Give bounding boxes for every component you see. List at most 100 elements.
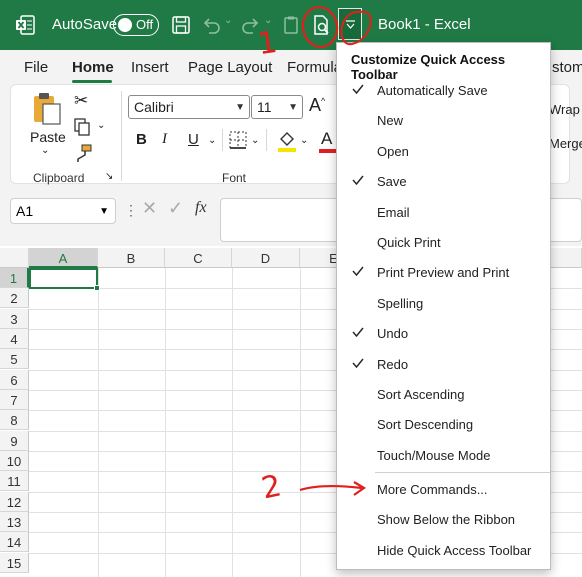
undo-icon[interactable] xyxy=(200,14,222,36)
font-size-value: 11 xyxy=(257,99,272,115)
paste-icon[interactable] xyxy=(31,91,63,125)
fill-color-icon[interactable] xyxy=(277,129,297,153)
tab-file[interactable]: File xyxy=(24,59,48,76)
borders-icon[interactable] xyxy=(229,131,247,149)
clipboard-icon[interactable] xyxy=(280,14,302,36)
redo-dropdown-icon[interactable]: ⌄ xyxy=(264,15,272,26)
row-header[interactable]: 3 xyxy=(0,309,29,329)
underline-button[interactable]: U xyxy=(188,131,199,148)
menu-item-label: Touch/Mouse Mode xyxy=(377,447,491,463)
chevron-down-icon: ▼ xyxy=(288,102,298,113)
font-color-icon[interactable]: A xyxy=(321,129,332,149)
font-size-select[interactable]: 11 ▼ xyxy=(251,95,303,119)
more-options-icon[interactable]: ⋮ xyxy=(124,202,138,219)
menu-item[interactable]: Automatically Save xyxy=(337,75,550,105)
menu-item[interactable]: Sort Descending xyxy=(337,409,550,439)
menu-item[interactable]: Open xyxy=(337,136,550,166)
fill-color-dropdown-icon[interactable]: ⌄ xyxy=(300,135,308,146)
cut-icon[interactable]: ✂ xyxy=(74,91,88,111)
column-header[interactable]: A xyxy=(29,248,98,268)
menu-item-label: Sort Ascending xyxy=(377,387,465,402)
row-header[interactable]: 6 xyxy=(0,370,29,390)
toggle-knob xyxy=(118,18,132,32)
row-header[interactable]: 5 xyxy=(0,349,29,369)
menu-item[interactable]: New xyxy=(337,105,550,135)
menu-item-more-commands[interactable]: More Commands... xyxy=(337,474,550,504)
wrap-text-button[interactable]: Wrap xyxy=(549,102,580,117)
tab-home[interactable]: Home xyxy=(72,59,114,76)
menu-item-label: Save xyxy=(377,174,407,190)
autosave-state: Off xyxy=(136,17,154,32)
format-painter-icon[interactable] xyxy=(73,143,93,163)
copy-icon[interactable] xyxy=(73,117,93,137)
customize-qat-button[interactable] xyxy=(338,8,362,40)
column-header[interactable]: C xyxy=(165,248,232,268)
merge-button[interactable]: Merge xyxy=(549,136,582,151)
menu-item[interactable]: Print Preview and Print xyxy=(337,257,550,287)
menu-item[interactable]: Email xyxy=(337,197,550,227)
clipboard-group-label: Clipboard xyxy=(33,171,85,185)
name-box[interactable]: A1 ▼ xyxy=(10,198,116,224)
menu-item[interactable]: Quick Print xyxy=(337,227,550,257)
menu-item-show-below-ribbon[interactable]: Show Below the Ribbon xyxy=(337,504,550,534)
select-all-corner[interactable] xyxy=(0,248,29,268)
menu-item[interactable]: Touch/Mouse Mode xyxy=(337,440,550,470)
row-header[interactable]: 12 xyxy=(0,492,29,512)
menu-item[interactable]: Redo xyxy=(337,349,550,379)
checkmark-icon xyxy=(352,175,364,186)
tab-formulas[interactable]: Formula xyxy=(287,59,342,76)
clipboard-launcher-icon[interactable]: ↘ xyxy=(105,171,113,182)
row-header[interactable]: 7 xyxy=(0,390,29,410)
borders-dropdown-icon[interactable]: ⌄ xyxy=(251,135,259,146)
font-name-select[interactable]: Calibri ▼ xyxy=(128,95,250,119)
row-header[interactable]: 13 xyxy=(0,512,29,532)
print-preview-icon[interactable] xyxy=(310,14,332,36)
enter-icon[interactable]: ✓ xyxy=(168,198,183,219)
gridline xyxy=(300,268,301,577)
gridline xyxy=(232,268,233,577)
row-header[interactable]: 4 xyxy=(0,329,29,349)
tab-page-layout[interactable]: Page Layout xyxy=(188,59,272,76)
row-header[interactable]: 10 xyxy=(0,451,29,471)
autosave-toggle[interactable]: Off xyxy=(113,14,159,36)
column-header[interactable]: D xyxy=(232,248,300,268)
row-header[interactable]: 8 xyxy=(0,410,29,430)
row-header[interactable]: 1 xyxy=(0,268,29,288)
cancel-icon[interactable]: ✕ xyxy=(142,198,157,219)
insert-function-icon[interactable]: fx xyxy=(195,199,207,217)
menu-item-label: Redo xyxy=(377,356,409,372)
menu-item-label: Undo xyxy=(377,326,409,342)
menu-item[interactable]: Save xyxy=(337,166,550,196)
customize-qat-menu: Customize Quick Access Toolbar Automatic… xyxy=(336,42,551,570)
paste-label[interactable]: Paste xyxy=(30,129,66,145)
menu-item[interactable]: Undo xyxy=(337,318,550,348)
tab-customize-partial[interactable]: stoma xyxy=(552,59,582,76)
menu-item[interactable]: Sort Ascending xyxy=(337,379,550,409)
fill-handle[interactable] xyxy=(94,285,100,291)
italic-button[interactable]: I xyxy=(162,131,167,148)
active-cell[interactable] xyxy=(29,268,100,291)
bold-button[interactable]: B xyxy=(136,131,147,148)
redo-icon[interactable] xyxy=(240,14,262,36)
tab-insert[interactable]: Insert xyxy=(131,59,169,76)
menu-item-label: Sort Descending xyxy=(377,417,474,433)
increase-font-icon[interactable]: A^ xyxy=(309,95,325,116)
save-icon[interactable] xyxy=(170,14,192,36)
undo-dropdown-icon[interactable]: ⌄ xyxy=(224,15,232,26)
copy-dropdown-icon[interactable]: ⌄ xyxy=(97,120,105,131)
row-header[interactable]: 15 xyxy=(0,553,29,573)
menu-item-hide-qat[interactable]: Hide Quick Access Toolbar xyxy=(337,535,550,565)
checkmark-icon xyxy=(352,358,364,368)
name-box-value: A1 xyxy=(16,203,34,219)
column-header[interactable]: B xyxy=(98,248,165,268)
row-header[interactable]: 14 xyxy=(0,532,29,552)
row-header[interactable]: 2 xyxy=(0,288,29,308)
menu-item-label: Open xyxy=(377,143,409,159)
row-header[interactable]: 11 xyxy=(0,471,29,491)
row-header[interactable]: 9 xyxy=(0,431,29,451)
underline-dropdown-icon[interactable]: ⌄ xyxy=(208,135,216,146)
menu-item[interactable]: Spelling xyxy=(337,288,550,318)
window-title: Book1 - Excel xyxy=(378,16,471,33)
paste-dropdown-icon[interactable]: ⌄ xyxy=(41,145,49,156)
active-tab-indicator xyxy=(72,80,112,83)
